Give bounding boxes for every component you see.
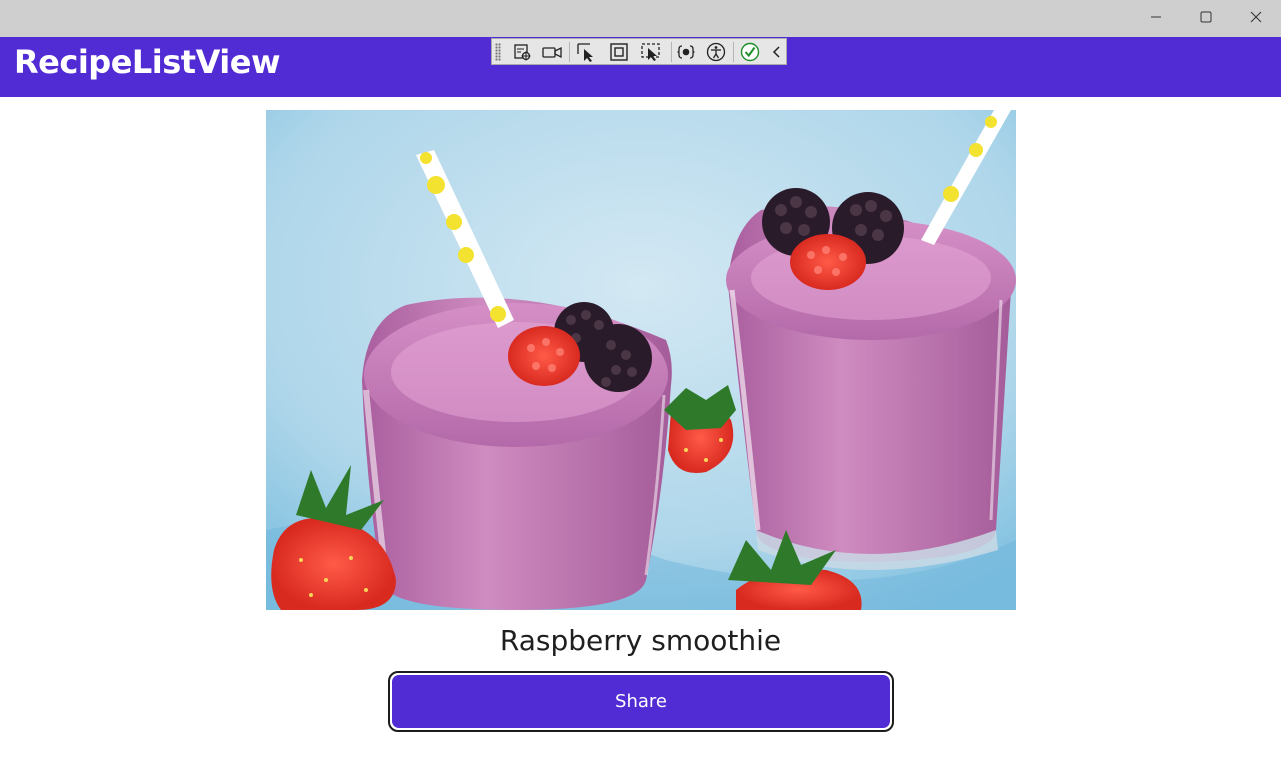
xaml-debug-toolbar: [491, 38, 787, 65]
minimize-button[interactable]: [1133, 0, 1179, 33]
recipe-title: Raspberry smoothie: [499, 624, 782, 657]
hot-reload-status-button[interactable]: [738, 41, 762, 63]
track-focused-element-button[interactable]: [639, 41, 663, 63]
collapse-toolbar-button[interactable]: [765, 41, 789, 63]
accessibility-checker-icon: [706, 42, 726, 62]
toolbar-grip[interactable]: [495, 43, 501, 61]
toolbar-separator: [733, 42, 734, 62]
collapse-toolbar-icon: [772, 46, 780, 58]
select-element-icon: [577, 43, 593, 62]
select-element-button[interactable]: [575, 41, 599, 63]
binding-failures-button[interactable]: [674, 41, 698, 63]
smoothie-photo: [266, 110, 1016, 610]
toolbar-separator: [671, 42, 672, 62]
share-button[interactable]: Share: [392, 675, 890, 728]
minimize-icon: [1151, 16, 1161, 17]
maximize-button[interactable]: [1183, 0, 1229, 33]
track-focused-element-icon: [641, 43, 660, 61]
toolbar-separator: [569, 42, 570, 62]
live-visual-tree-icon: [514, 44, 531, 61]
maximize-icon: [1200, 11, 1212, 22]
accessibility-checker-button[interactable]: [704, 41, 728, 63]
hot-reload-status-icon: [740, 42, 760, 62]
display-layout-adorners-button[interactable]: [607, 41, 631, 63]
record-icon: [542, 46, 562, 59]
live-visual-tree-button[interactable]: [510, 41, 534, 63]
close-icon: [1250, 11, 1262, 22]
record-button[interactable]: [540, 41, 564, 63]
display-layout-adorners-icon: [610, 43, 628, 61]
binding-failures-icon: [677, 45, 695, 59]
close-button[interactable]: [1233, 0, 1279, 33]
page-title: RecipeListView: [14, 43, 281, 81]
window-title-bar: [0, 0, 1281, 37]
